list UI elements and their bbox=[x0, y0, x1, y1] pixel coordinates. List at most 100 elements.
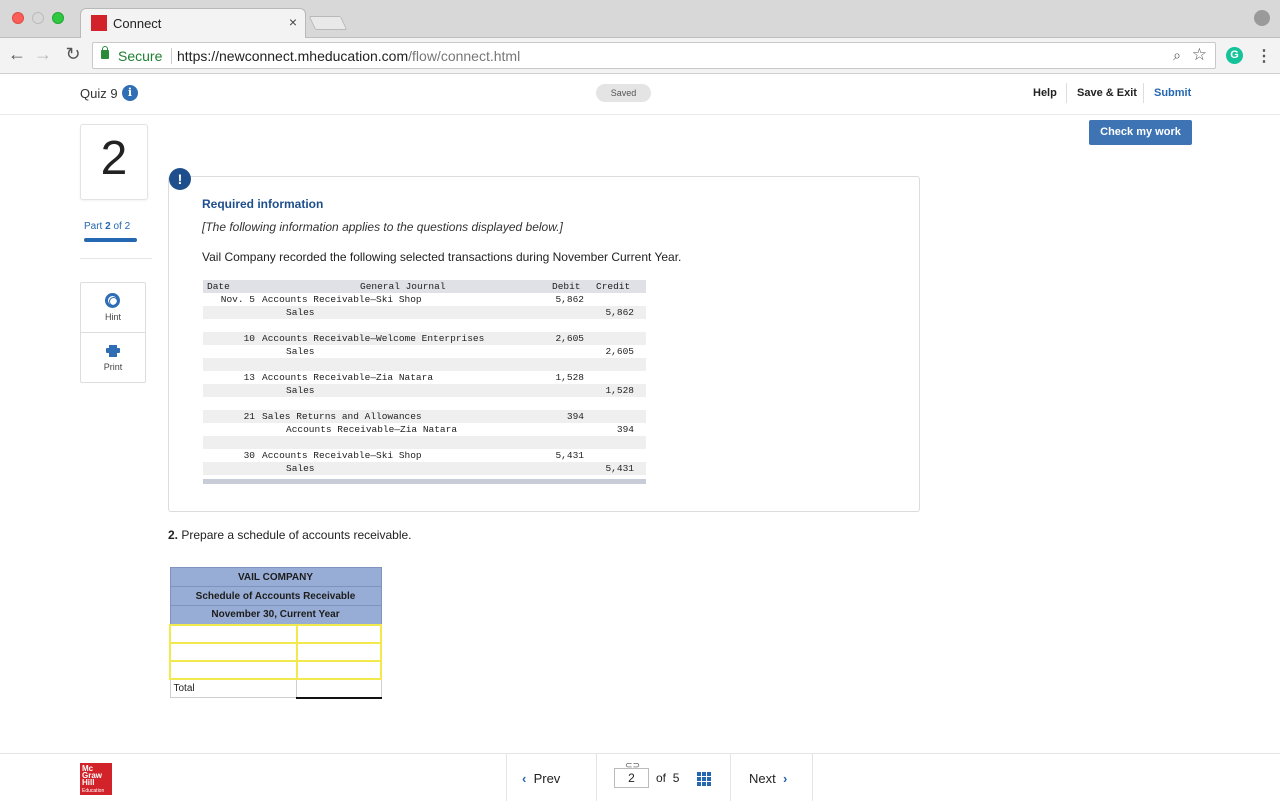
reload-icon[interactable]: ↻ bbox=[62, 44, 84, 65]
submit-link[interactable]: Submit bbox=[1154, 87, 1191, 99]
schedule-total-row: Total bbox=[169, 678, 382, 699]
tools-panel: Hint Print bbox=[80, 282, 146, 383]
customer-name-input[interactable] bbox=[169, 659, 298, 680]
amount-input[interactable] bbox=[295, 659, 383, 680]
print-label: Print bbox=[103, 362, 123, 372]
url-path: /flow/connect.html bbox=[408, 48, 521, 64]
journal-credit-account: Sales bbox=[286, 463, 315, 474]
back-arrow-icon[interactable]: ← bbox=[6, 44, 28, 65]
window-minimize-button[interactable] bbox=[32, 12, 44, 24]
question-number-label: 2. bbox=[168, 528, 179, 542]
bookmark-star-icon[interactable]: ☆ bbox=[1192, 45, 1207, 65]
journal-row: Sales 1,528 bbox=[203, 384, 646, 397]
journal-row: Sales 5,431 bbox=[203, 462, 646, 475]
journal-credit-amount: 5,862 bbox=[605, 307, 634, 318]
logo-text: Mc Graw Hill bbox=[82, 764, 103, 787]
part-indicator: Part 2 of 2 bbox=[84, 221, 130, 232]
browser-tab[interactable]: Connect × bbox=[80, 8, 306, 39]
journal-debit-amount: 1,528 bbox=[555, 372, 584, 383]
url-text: https://newconnect.mheducation.com/flow/… bbox=[177, 48, 520, 64]
address-bar[interactable]: Secure https://newconnect.mheducation.co… bbox=[92, 42, 1216, 69]
part-suffix: of 2 bbox=[113, 221, 131, 232]
journal-date: 13 bbox=[243, 372, 255, 383]
hint-button[interactable]: Hint bbox=[81, 283, 145, 333]
save-exit-link[interactable]: Save & Exit bbox=[1077, 87, 1137, 99]
journal-debit-account: Accounts Receivable—Welcome Enterprises bbox=[262, 333, 485, 344]
next-button[interactable]: Next › bbox=[749, 771, 787, 786]
print-button[interactable]: Print bbox=[81, 333, 145, 383]
browser-menu-icon[interactable]: ⋮ bbox=[1256, 46, 1272, 66]
journal-date: 21 bbox=[243, 411, 255, 422]
header-divider bbox=[1143, 83, 1144, 103]
forward-arrow-icon[interactable]: → bbox=[32, 44, 54, 65]
journal-row: Sales 5,862 bbox=[203, 306, 646, 319]
journal-credit-amount: 1,528 bbox=[605, 385, 634, 396]
part-prefix: Part bbox=[84, 221, 103, 232]
secure-label: Secure bbox=[118, 48, 163, 64]
help-link[interactable]: Help bbox=[1033, 87, 1057, 99]
grammarly-extension-icon[interactable]: G bbox=[1226, 47, 1243, 64]
mcgraw-hill-logo: Mc Graw Hill Education bbox=[80, 763, 112, 795]
profile-icon[interactable] bbox=[1254, 10, 1270, 26]
window-zoom-button[interactable] bbox=[52, 12, 64, 24]
pager-divider bbox=[812, 754, 813, 801]
journal-credit-amount: 5,431 bbox=[605, 463, 634, 474]
schedule-company: VAIL COMPANY bbox=[169, 567, 382, 587]
chevron-right-icon: › bbox=[782, 771, 788, 786]
pager-divider bbox=[506, 754, 507, 801]
amount-input[interactable] bbox=[295, 641, 383, 662]
total-amount-cell bbox=[296, 678, 382, 699]
schedule-date: November 30, Current Year bbox=[169, 605, 382, 625]
journal-row: Sales 2,605 bbox=[203, 345, 646, 358]
pager-divider bbox=[596, 754, 597, 801]
url-base: https://newconnect.mheducation.com bbox=[177, 48, 409, 64]
journal-debit-account: Sales Returns and Allowances bbox=[262, 411, 422, 422]
journal-debit-amount: 5,862 bbox=[555, 294, 584, 305]
browser-toolbar: ← → ↻ Secure https://newconnect.mheducat… bbox=[0, 38, 1280, 74]
rail-divider bbox=[80, 258, 152, 259]
journal-date: Nov. 5 bbox=[220, 294, 255, 305]
tab-close-icon[interactable]: × bbox=[289, 14, 297, 30]
page-number-input[interactable]: 2 bbox=[614, 768, 649, 788]
journal-debit-amount: 394 bbox=[566, 411, 584, 422]
browser-tabstrip: Connect × bbox=[0, 0, 1280, 39]
journal-header-row: Date General Journal Debit Credit bbox=[203, 280, 646, 293]
check-my-work-button[interactable]: Check my work bbox=[1089, 120, 1192, 145]
journal-credit-amount: 394 bbox=[616, 424, 634, 435]
journal-debit-amount: 5,431 bbox=[555, 450, 584, 461]
customer-name-input[interactable] bbox=[169, 623, 298, 644]
journal-date: 10 bbox=[243, 333, 255, 344]
schedule-worksheet: VAIL COMPANY Schedule of Accounts Receiv… bbox=[169, 567, 383, 699]
page-of-text: of 5 bbox=[656, 771, 679, 785]
window-close-button[interactable] bbox=[12, 12, 24, 24]
zoom-icon[interactable]: ⌕ bbox=[1173, 47, 1181, 64]
schedule-row bbox=[169, 641, 383, 662]
total-pages: 5 bbox=[672, 771, 680, 785]
journal-spacer-row bbox=[203, 319, 646, 332]
journal-row: Nov. 5 Accounts Receivable—Ski Shop 5,86… bbox=[203, 293, 646, 306]
prev-label: Prev bbox=[533, 771, 561, 786]
hint-label: Hint bbox=[104, 312, 121, 322]
journal-debit-header: Debit bbox=[552, 281, 581, 292]
journal-debit-amount: 2,605 bbox=[555, 333, 584, 344]
alert-icon: ! bbox=[169, 168, 191, 190]
journal-row: 21 Sales Returns and Allowances 394 bbox=[203, 410, 646, 423]
journal-debit-account: Accounts Receivable—Zia Natara bbox=[262, 372, 434, 383]
schedule-row bbox=[169, 623, 383, 644]
address-divider bbox=[171, 48, 172, 64]
amount-input[interactable] bbox=[295, 623, 383, 644]
prev-button[interactable]: ‹ Prev bbox=[522, 771, 560, 786]
chevron-left-icon: ‹ bbox=[522, 771, 527, 786]
question-number: 2 bbox=[100, 132, 128, 185]
info-icon[interactable]: i bbox=[122, 85, 138, 101]
new-tab-button[interactable] bbox=[308, 16, 348, 30]
tab-title: Connect bbox=[113, 16, 162, 31]
journal-spacer-row bbox=[203, 436, 646, 449]
of-label: of bbox=[656, 771, 667, 785]
part-current: 2 bbox=[105, 221, 111, 232]
grid-icon[interactable] bbox=[697, 772, 711, 786]
customer-name-input[interactable] bbox=[169, 641, 298, 662]
journal-credit-account: Accounts Receivable—Zia Natara bbox=[286, 424, 458, 435]
journal-debit-account: Accounts Receivable—Ski Shop bbox=[262, 450, 422, 461]
journal-credit-header: Credit bbox=[596, 281, 631, 292]
